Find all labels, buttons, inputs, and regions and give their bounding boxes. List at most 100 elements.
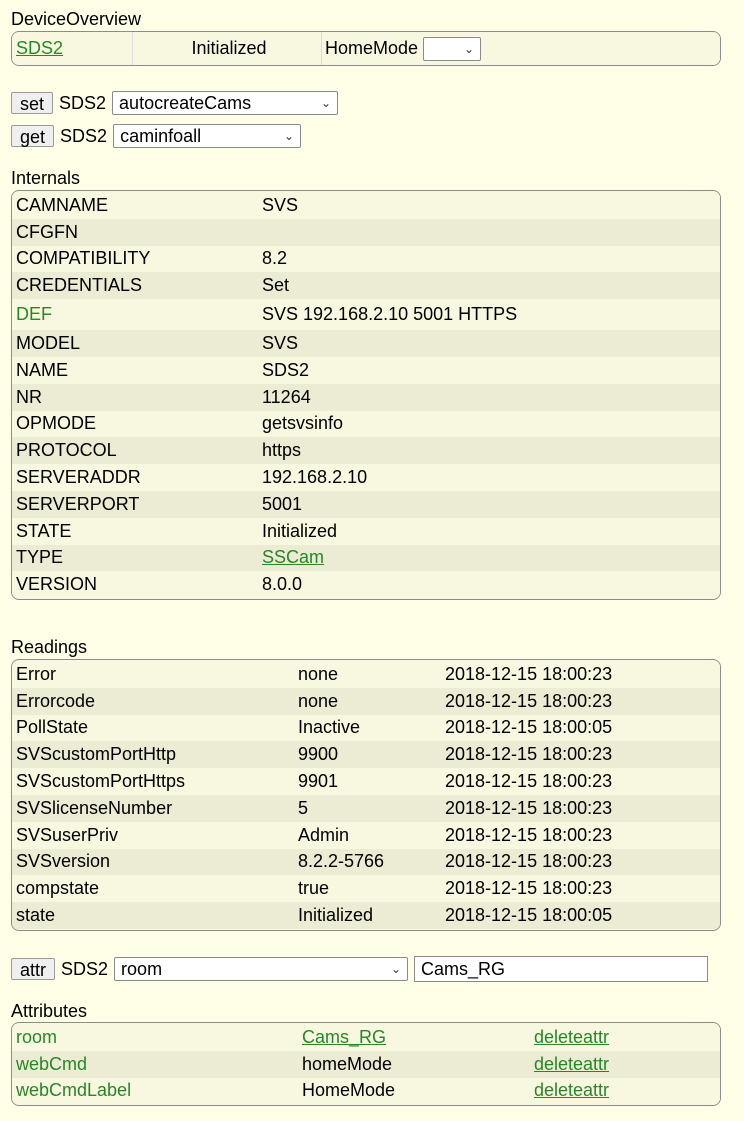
table-row: CREDENTIALS Set — [12, 272, 720, 300]
chevron-down-icon: ⌄ — [284, 129, 295, 143]
reading-time: 2018-12-15 18:00:23 — [445, 851, 613, 872]
table-row: COMPATIBILITY 8.2 — [12, 245, 720, 273]
attribute-name[interactable]: room — [12, 1027, 298, 1048]
internal-value: 5001 — [262, 493, 303, 514]
table-row: webCmdLabel HomeMode deleteattr — [12, 1077, 720, 1105]
deleteattr-link[interactable]: deleteattr — [534, 1054, 609, 1074]
reading-time: 2018-12-15 18:00:23 — [445, 878, 613, 899]
deleteattr-link[interactable]: deleteattr — [534, 1027, 609, 1047]
deleteattr-link[interactable]: deleteattr — [534, 1080, 609, 1100]
homemode-label: HomeMode — [325, 38, 419, 58]
reading-time: 2018-12-15 18:00:23 — [445, 744, 613, 765]
table-row: Error none 2018-12-15 18:00:23 — [12, 661, 720, 688]
internal-key: NAME — [16, 359, 69, 380]
attr-value-input[interactable]: Cams_RG — [414, 956, 709, 982]
table-row: VERSION 8.0.0 — [12, 571, 720, 599]
set-select[interactable]: autocreateCams ⌄ — [112, 91, 339, 115]
set-command-row: set SDS2 autocreateCams ⌄ — [11, 91, 339, 115]
table-row: MODEL SVS — [12, 330, 720, 357]
table-row: NAME SDS2 — [12, 356, 720, 384]
device-overview-box: SDS2 Initialized HomeMode ⌄ — [11, 31, 721, 66]
reading-value: 9900 — [298, 744, 339, 765]
internal-value: 11264 — [262, 386, 311, 407]
reading-name: Errorcode — [16, 690, 96, 711]
table-row: SVSversion 8.2.2-5766 2018-12-15 18:00:23 — [12, 848, 720, 876]
reading-name: PollState — [16, 717, 89, 738]
internal-value: 8.2 — [262, 248, 288, 269]
reading-name: state — [16, 905, 56, 926]
internal-key: TYPE — [16, 547, 64, 568]
attributes-table: room Cams_RG deleteattr webCmd homeMode delet… — [11, 1022, 721, 1106]
internal-value: 192.168.2.10 — [262, 467, 368, 488]
table-row: Errorcode none 2018-12-15 18:00:23 — [12, 687, 720, 715]
get-device-label: SDS2 — [60, 125, 108, 146]
reading-value: Inactive — [298, 717, 361, 738]
table-row: CFGFN — [12, 218, 720, 246]
internal-value: Set — [262, 275, 290, 296]
reading-name: Error — [16, 663, 56, 684]
internal-value: SVS 192.168.2.10 5001 HTTPS — [262, 304, 518, 325]
table-row: NR 11264 — [12, 383, 720, 411]
reading-time: 2018-12-15 18:00:23 — [445, 771, 613, 792]
reading-value: Initialized — [298, 905, 374, 926]
type-link[interactable]: SSCam — [262, 547, 324, 567]
device-state: Initialized — [191, 38, 267, 58]
internal-value: SVS — [262, 194, 299, 215]
internal-value: https — [262, 440, 302, 461]
table-row: SVScustomPortHttps 9901 2018-12-15 18:00:2… — [12, 768, 720, 795]
device-link[interactable]: SDS2 — [16, 38, 63, 58]
internal-value-cell: SSCam — [258, 547, 324, 568]
reading-value: none — [298, 690, 339, 711]
internal-key: SERVERADDR — [16, 467, 141, 488]
get-select[interactable]: caminfoall ⌄ — [113, 124, 302, 148]
table-row: CAMNAME SVS — [12, 192, 720, 219]
reading-time: 2018-12-15 18:00:05 — [445, 905, 613, 926]
table-row: TYPE SSCam — [12, 544, 720, 572]
attr-select[interactable]: room ⌄ — [114, 957, 409, 981]
attributes-title: Attributes — [11, 1001, 88, 1021]
attribute-value-link[interactable]: Cams_RG — [302, 1027, 386, 1047]
table-row: OPMODE getsvsinfo — [12, 410, 720, 438]
internal-key: CAMNAME — [16, 194, 109, 215]
table-row: PollState Inactive 2018-12-15 18:00:05 — [12, 714, 720, 742]
readings-table: Error none 2018-12-15 18:00:23 Errorcode non… — [11, 659, 721, 931]
reading-name: SVSuserPriv — [16, 824, 119, 845]
attr-select-value: room — [121, 958, 163, 979]
reading-name: compstate — [16, 878, 100, 899]
table-row: STATE Initialized — [12, 517, 720, 545]
table-row: SVScustomPortHttp 9900 2018-12-15 18:00:23 — [12, 741, 720, 769]
internal-key: COMPATIBILITY — [16, 248, 151, 269]
table-row: DEF SVS 192.168.2.10 5001 HTTPS — [12, 299, 720, 331]
reading-time: 2018-12-15 18:00:23 — [445, 797, 613, 818]
internal-key: STATE — [16, 520, 72, 541]
internals-table: CAMNAME SVS CFGFN COMPATIBILITY 8.2 CREDENTIA… — [11, 190, 721, 600]
get-button[interactable]: get — [11, 125, 55, 147]
reading-value: 5 — [298, 797, 309, 818]
get-command-row: get SDS2 caminfoall ⌄ — [11, 124, 302, 148]
set-button[interactable]: set — [11, 92, 54, 114]
internal-value: 8.0.0 — [262, 574, 303, 595]
device-overview-title: DeviceOverview — [11, 9, 142, 29]
attribute-action-cell: deleteattr — [530, 1080, 609, 1101]
attribute-name[interactable]: webCmdLabel — [12, 1080, 298, 1101]
table-row: PROTOCOL https — [12, 437, 720, 465]
internal-key[interactable]: DEF — [12, 304, 258, 325]
attr-device-label: SDS2 — [61, 958, 109, 979]
table-row: webCmd homeMode deleteattr — [12, 1050, 720, 1078]
reading-time: 2018-12-15 18:00:23 — [445, 663, 613, 684]
set-select-value: autocreateCams — [119, 92, 252, 113]
attribute-value: homeMode — [302, 1053, 393, 1074]
attr-button[interactable]: attr — [11, 958, 56, 980]
table-row: SVSuserPriv Admin 2018-12-15 18:00:23 — [12, 821, 720, 849]
reading-name: SVScustomPortHttps — [16, 771, 186, 792]
attribute-name[interactable]: webCmd — [12, 1054, 298, 1075]
reading-value: Admin — [298, 824, 350, 845]
table-row: state Initialized 2018-12-15 18:00:05 — [12, 902, 720, 929]
attribute-value: HomeMode — [302, 1080, 396, 1101]
internal-key: CFGFN — [16, 221, 78, 242]
readings-title: Readings — [11, 637, 88, 657]
internal-value: SVS — [262, 333, 299, 354]
reading-name: SVSversion — [16, 851, 111, 872]
reading-value: none — [298, 663, 339, 684]
homemode-select[interactable]: ⌄ — [423, 36, 482, 61]
